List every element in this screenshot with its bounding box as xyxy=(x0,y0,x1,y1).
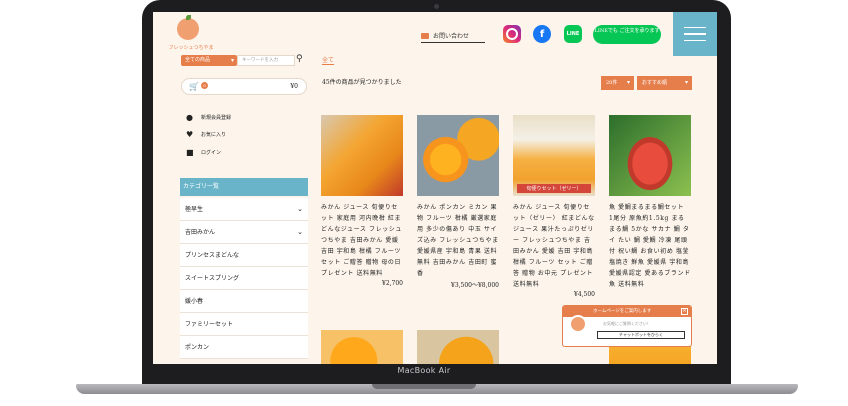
category-item[interactable]: 吉田みかん ⌄ xyxy=(180,221,308,244)
category-label: ファミリーセット xyxy=(185,321,234,328)
device-brand-label: MacBook Air xyxy=(397,366,451,375)
instagram-icon[interactable] xyxy=(503,25,521,43)
login-link[interactable]: ■ ログイン xyxy=(186,148,221,157)
search-icon[interactable]: ⚲ xyxy=(296,54,307,65)
cart-summary[interactable]: 🛒 0 ¥0 xyxy=(181,78,307,95)
product-image[interactable]: 旬便りセット（ゼリー） xyxy=(513,115,595,196)
product-image[interactable] xyxy=(321,115,403,196)
product-image[interactable] xyxy=(417,115,499,196)
product-price: ¥4,500 xyxy=(574,291,595,298)
line-order-button[interactable]: LINEでも ご注文を承ります xyxy=(593,25,661,44)
cart-total: ¥0 xyxy=(290,83,298,90)
category-list: 極早生 ⌄ 吉田みかん ⌄ プリンセスまどんな スイートスプリング 媛小春 ファミリ… xyxy=(180,198,308,359)
product-title[interactable]: 魚 愛鯛まるまる鯛セット 1尾分 原魚約1.5kg まるまる鯛 5かな サカナ … xyxy=(609,202,691,290)
category-label: 極早生 xyxy=(185,206,204,213)
favorites-label: お気に入り xyxy=(201,132,227,138)
per-page-select[interactable]: 20件 xyxy=(601,76,634,90)
product-image[interactable] xyxy=(321,330,403,364)
product-card[interactable]: みかん ジュース 旬便りセット 家庭用 河内晩柑 紅まどんなジュース フレッシュ… xyxy=(321,115,403,287)
cart-count-badge: 0 xyxy=(201,82,208,89)
laptop-notch xyxy=(372,384,476,389)
product-title[interactable]: みかん ジュース 旬便りセット 家庭用 河内晩柑 紅まどんなジュース フレッシュ… xyxy=(321,202,403,279)
product-image[interactable] xyxy=(417,330,499,364)
register-link[interactable]: ● 新規会員登録 xyxy=(186,113,231,122)
result-count: 45件の商品が見つかりました xyxy=(322,79,402,86)
category-label: ポンカン xyxy=(185,344,210,351)
category-label: 媛小春 xyxy=(185,298,204,305)
product-image[interactable] xyxy=(609,115,691,196)
chat-header-label: ホームページをご案内します xyxy=(593,309,652,314)
mail-icon xyxy=(421,32,429,39)
category-label: プリンセスまどんな xyxy=(185,252,240,259)
contact-link[interactable]: お問い合わせ xyxy=(421,29,485,43)
category-select[interactable]: 全ての商品 xyxy=(181,55,237,66)
screen: フレッシュつちやま お問い合わせ f LINE LINEでも ご注文を承ります … xyxy=(153,12,717,364)
chevron-down-icon[interactable]: ⌄ xyxy=(297,198,303,221)
category-item[interactable]: 媛小春 xyxy=(180,290,308,313)
user-icon: ● xyxy=(186,113,193,122)
contact-label: お問い合わせ xyxy=(433,33,470,40)
product-tag: 旬便りセット（ゼリー） xyxy=(517,184,591,193)
keyword-input[interactable]: キーワードを入力 xyxy=(237,55,295,66)
category-item[interactable]: ポンカン xyxy=(180,336,308,359)
line-icon[interactable]: LINE xyxy=(564,25,582,43)
hamburger-menu-button[interactable] xyxy=(673,12,717,56)
login-label: ログイン xyxy=(201,150,222,156)
logo-text[interactable]: フレッシュつちやま xyxy=(161,44,221,51)
favorites-link[interactable]: ♥ お気に入り xyxy=(186,130,226,139)
category-item[interactable]: スイートスプリング xyxy=(180,267,308,290)
product-card[interactable]: 旬便りセット（ゼリー） みかん ジュース 旬便りセット（ゼリー） 紅まどんなジュ… xyxy=(513,115,595,298)
lock-icon: ■ xyxy=(186,148,194,157)
sort-select[interactable]: おすすめ順 xyxy=(637,76,692,90)
breadcrumb[interactable]: 全て xyxy=(322,55,335,65)
facebook-icon[interactable]: f xyxy=(533,25,551,43)
product-price: ¥2,700 xyxy=(382,280,403,287)
chat-avatar xyxy=(569,315,587,333)
category-item[interactable]: 極早生 ⌄ xyxy=(180,198,308,221)
camera-icon xyxy=(434,4,439,9)
product-card[interactable]: みかん ポンカン ミカン 果物 フルーツ 柑橘 厳選家庭用 多少の傷あり 中玉 … xyxy=(417,115,499,289)
category-label: 吉田みかん xyxy=(185,229,216,236)
register-label: 新規会員登録 xyxy=(201,115,232,121)
open-chatbot-button[interactable]: チャットボットをひらく xyxy=(597,331,685,339)
category-heading: カテゴリ一覧 xyxy=(180,178,308,196)
heart-icon: ♥ xyxy=(186,130,194,139)
product-title[interactable]: みかん ジュース 旬便りセット（ゼリー） 紅まどんなジュース 果汁たっぷりゼリー… xyxy=(513,202,595,290)
chat-message: お気軽にご質問ください！ xyxy=(603,321,651,326)
cart-icon: 🛒 xyxy=(189,82,199,91)
category-item[interactable]: ファミリーセット xyxy=(180,313,308,336)
category-item[interactable]: プリンセスまどんな xyxy=(180,244,308,267)
product-title[interactable]: みかん ポンカン ミカン 果物 フルーツ 柑橘 厳選家庭用 多少の傷あり 中玉 … xyxy=(417,202,499,279)
product-price: ¥3,500～¥8,000 xyxy=(451,282,499,289)
category-label: スイートスプリング xyxy=(185,275,240,282)
close-icon[interactable]: × xyxy=(681,308,688,315)
product-card[interactable]: 魚 愛鯛まるまる鯛セット 1尾分 原魚約1.5kg まるまる鯛 5かな サカナ … xyxy=(609,115,691,290)
chevron-down-icon[interactable]: ⌄ xyxy=(297,221,303,244)
logo-icon[interactable] xyxy=(177,15,199,40)
chat-widget[interactable]: ホームページをご案内します × お気軽にご質問ください！ チャットボットをひらく xyxy=(562,305,692,347)
